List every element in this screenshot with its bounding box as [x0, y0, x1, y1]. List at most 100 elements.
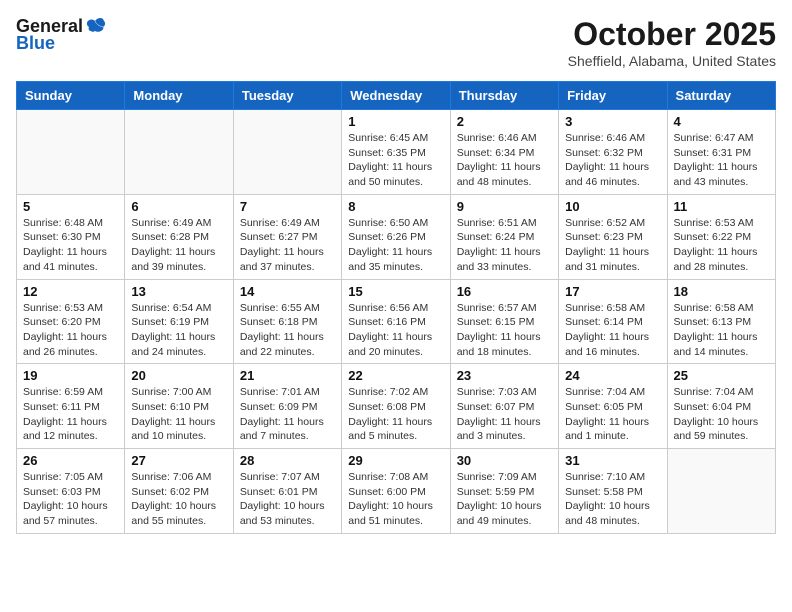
day-number: 3 [565, 114, 660, 129]
weekday-header-friday: Friday [559, 82, 667, 110]
day-number: 28 [240, 453, 335, 468]
day-info: Sunrise: 6:47 AM Sunset: 6:31 PM Dayligh… [674, 131, 769, 190]
calendar-day-27: 27 Sunrise: 7:06 AM Sunset: 6:02 PM Dayli… [125, 449, 233, 534]
calendar-day-8: 8 Sunrise: 6:50 AM Sunset: 6:26 PM Daylig… [342, 194, 450, 279]
calendar-table: SundayMondayTuesdayWednesdayThursdayFrid… [16, 81, 776, 534]
calendar-day-17: 17 Sunrise: 6:58 AM Sunset: 6:14 PM Dayli… [559, 279, 667, 364]
day-number: 9 [457, 199, 552, 214]
calendar-day-4: 4Sunrise: 6:47 AM Sunset: 6:31 PM Daylig… [667, 110, 775, 195]
day-info: Sunrise: 6:57 AM Sunset: 6:15 PM Dayligh… [457, 301, 552, 360]
calendar-day-11: 11 Sunrise: 6:53 AM Sunset: 6:22 PM Dayli… [667, 194, 775, 279]
calendar-empty-cell [17, 110, 125, 195]
calendar-day-13: 13Sunrise: 6:54 AM Sunset: 6:19 PM Dayli… [125, 279, 233, 364]
calendar-day-5: 5Sunrise: 6:48 AM Sunset: 6:30 PM Daylig… [17, 194, 125, 279]
calendar-day-26: 26Sunrise: 7:05 AM Sunset: 6:03 PM Dayli… [17, 449, 125, 534]
day-info: Sunrise: 6:56 AM Sunset: 6:16 PM Dayligh… [348, 301, 443, 360]
day-number: 21 [240, 368, 335, 383]
day-number: 11 [674, 199, 769, 214]
calendar-day-23: 23 Sunrise: 7:03 AM Sunset: 6:07 PM Dayli… [450, 364, 558, 449]
month-title: October 2025 [568, 16, 776, 53]
day-number: 8 [348, 199, 443, 214]
day-info: Sunrise: 6:51 AM Sunset: 6:24 PM Dayligh… [457, 216, 552, 275]
day-number: 15 [348, 284, 443, 299]
day-number: 22 [348, 368, 443, 383]
day-number: 19 [23, 368, 118, 383]
day-number: 20 [131, 368, 226, 383]
calendar-day-6: 6Sunrise: 6:49 AM Sunset: 6:28 PM Daylig… [125, 194, 233, 279]
day-number: 13 [131, 284, 226, 299]
day-info: Sunrise: 6:58 AM Sunset: 6:14 PM Dayligh… [565, 301, 660, 360]
calendar-day-28: 28 Sunrise: 7:07 AM Sunset: 6:01 PM Dayli… [233, 449, 341, 534]
day-info: Sunrise: 6:49 AM Sunset: 6:28 PM Dayligh… [131, 216, 226, 275]
day-info: Sunrise: 7:07 AM Sunset: 6:01 PM Dayligh… [240, 470, 335, 529]
calendar-empty-cell [667, 449, 775, 534]
location-text: Sheffield, Alabama, United States [568, 53, 776, 69]
day-number: 27 [131, 453, 226, 468]
day-info: Sunrise: 6:46 AM Sunset: 6:32 PM Dayligh… [565, 131, 660, 190]
day-number: 30 [457, 453, 552, 468]
calendar-day-31: 31Sunrise: 7:10 AM Sunset: 5:58 PM Dayli… [559, 449, 667, 534]
calendar-day-1: 1 Sunrise: 6:45 AM Sunset: 6:35 PM Daylig… [342, 110, 450, 195]
weekday-header-tuesday: Tuesday [233, 82, 341, 110]
calendar-day-20: 20 Sunrise: 7:00 AM Sunset: 6:10 PM Dayli… [125, 364, 233, 449]
weekday-header-wednesday: Wednesday [342, 82, 450, 110]
day-number: 25 [674, 368, 769, 383]
day-number: 16 [457, 284, 552, 299]
calendar-day-12: 12 Sunrise: 6:53 AM Sunset: 6:20 PM Dayli… [17, 279, 125, 364]
logo: General Blue [16, 16, 107, 54]
calendar-day-24: 24 Sunrise: 7:04 AM Sunset: 6:05 PM Dayli… [559, 364, 667, 449]
day-info: Sunrise: 7:06 AM Sunset: 6:02 PM Dayligh… [131, 470, 226, 529]
day-info: Sunrise: 6:58 AM Sunset: 6:13 PM Dayligh… [674, 301, 769, 360]
logo-bird-icon [85, 17, 107, 37]
day-info: Sunrise: 6:53 AM Sunset: 6:20 PM Dayligh… [23, 301, 118, 360]
day-info: Sunrise: 6:50 AM Sunset: 6:26 PM Dayligh… [348, 216, 443, 275]
calendar-day-7: 7Sunrise: 6:49 AM Sunset: 6:27 PM Daylig… [233, 194, 341, 279]
day-info: Sunrise: 7:09 AM Sunset: 5:59 PM Dayligh… [457, 470, 552, 529]
calendar-empty-cell [125, 110, 233, 195]
calendar-day-18: 18Sunrise: 6:58 AM Sunset: 6:13 PM Dayli… [667, 279, 775, 364]
day-info: Sunrise: 6:59 AM Sunset: 6:11 PM Dayligh… [23, 385, 118, 444]
calendar-week-row: 1 Sunrise: 6:45 AM Sunset: 6:35 PM Daylig… [17, 110, 776, 195]
day-number: 1 [348, 114, 443, 129]
calendar-day-2: 2 Sunrise: 6:46 AM Sunset: 6:34 PM Daylig… [450, 110, 558, 195]
calendar-day-29: 29Sunrise: 7:08 AM Sunset: 6:00 PM Dayli… [342, 449, 450, 534]
day-info: Sunrise: 7:10 AM Sunset: 5:58 PM Dayligh… [565, 470, 660, 529]
day-info: Sunrise: 7:04 AM Sunset: 6:05 PM Dayligh… [565, 385, 660, 444]
title-section: October 2025 Sheffield, Alabama, United … [568, 16, 776, 69]
day-info: Sunrise: 7:04 AM Sunset: 6:04 PM Dayligh… [674, 385, 769, 444]
day-number: 5 [23, 199, 118, 214]
calendar-day-21: 21Sunrise: 7:01 AM Sunset: 6:09 PM Dayli… [233, 364, 341, 449]
day-number: 7 [240, 199, 335, 214]
calendar-empty-cell [233, 110, 341, 195]
weekday-header-sunday: Sunday [17, 82, 125, 110]
calendar-day-15: 15 Sunrise: 6:56 AM Sunset: 6:16 PM Dayli… [342, 279, 450, 364]
calendar-day-16: 16 Sunrise: 6:57 AM Sunset: 6:15 PM Dayli… [450, 279, 558, 364]
calendar-week-row: 5Sunrise: 6:48 AM Sunset: 6:30 PM Daylig… [17, 194, 776, 279]
day-info: Sunrise: 7:02 AM Sunset: 6:08 PM Dayligh… [348, 385, 443, 444]
day-info: Sunrise: 6:53 AM Sunset: 6:22 PM Dayligh… [674, 216, 769, 275]
calendar-day-30: 30 Sunrise: 7:09 AM Sunset: 5:59 PM Dayli… [450, 449, 558, 534]
day-info: Sunrise: 6:46 AM Sunset: 6:34 PM Dayligh… [457, 131, 552, 190]
page-header: General Blue October 2025 Sheffield, Ala… [16, 16, 776, 69]
calendar-day-22: 22 Sunrise: 7:02 AM Sunset: 6:08 PM Dayli… [342, 364, 450, 449]
weekday-header-saturday: Saturday [667, 82, 775, 110]
day-number: 23 [457, 368, 552, 383]
calendar-day-3: 3 Sunrise: 6:46 AM Sunset: 6:32 PM Daylig… [559, 110, 667, 195]
calendar-day-14: 14Sunrise: 6:55 AM Sunset: 6:18 PM Dayli… [233, 279, 341, 364]
day-info: Sunrise: 7:03 AM Sunset: 6:07 PM Dayligh… [457, 385, 552, 444]
day-number: 12 [23, 284, 118, 299]
calendar-day-9: 9 Sunrise: 6:51 AM Sunset: 6:24 PM Daylig… [450, 194, 558, 279]
day-info: Sunrise: 6:45 AM Sunset: 6:35 PM Dayligh… [348, 131, 443, 190]
day-number: 24 [565, 368, 660, 383]
day-number: 17 [565, 284, 660, 299]
calendar-week-row: 12 Sunrise: 6:53 AM Sunset: 6:20 PM Dayli… [17, 279, 776, 364]
weekday-header-thursday: Thursday [450, 82, 558, 110]
calendar-day-10: 10Sunrise: 6:52 AM Sunset: 6:23 PM Dayli… [559, 194, 667, 279]
weekday-header-row: SundayMondayTuesdayWednesdayThursdayFrid… [17, 82, 776, 110]
day-number: 2 [457, 114, 552, 129]
day-number: 29 [348, 453, 443, 468]
weekday-header-monday: Monday [125, 82, 233, 110]
day-info: Sunrise: 7:00 AM Sunset: 6:10 PM Dayligh… [131, 385, 226, 444]
calendar-day-25: 25 Sunrise: 7:04 AM Sunset: 6:04 PM Dayli… [667, 364, 775, 449]
calendar-week-row: 19 Sunrise: 6:59 AM Sunset: 6:11 PM Dayli… [17, 364, 776, 449]
